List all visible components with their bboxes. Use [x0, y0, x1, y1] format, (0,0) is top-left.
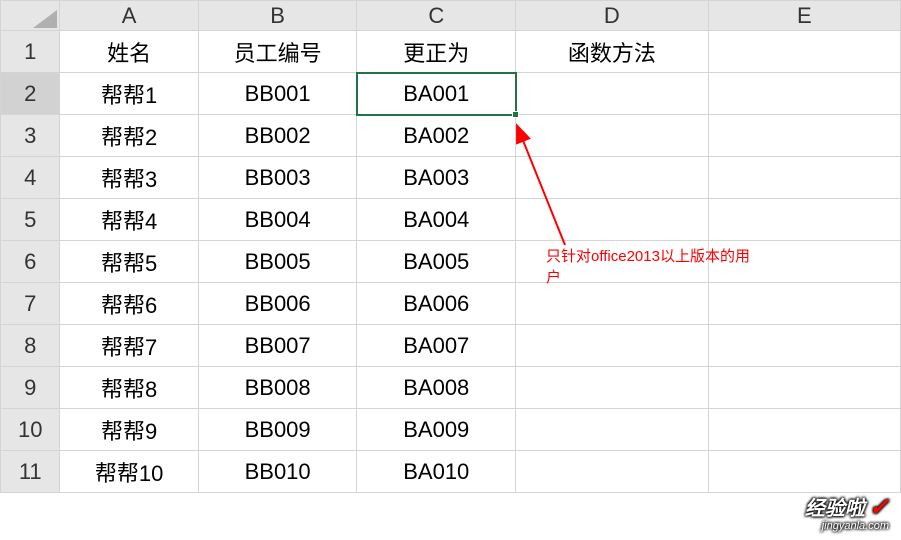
- annotation-line1: 只针对office2013以上版本的用: [546, 248, 750, 265]
- check-icon: ✓: [869, 494, 889, 521]
- cell-e8[interactable]: [708, 325, 900, 367]
- cell-c3[interactable]: BA002: [357, 115, 516, 157]
- table-row: 2 帮帮1 BB001 BA001: [1, 73, 901, 115]
- table-row: 10 帮帮9 BB009 BA009: [1, 409, 901, 451]
- cell-c6[interactable]: BA005: [357, 241, 516, 283]
- cell-a11[interactable]: 帮帮10: [60, 451, 198, 493]
- cell-d5[interactable]: [516, 199, 708, 241]
- select-all-corner[interactable]: [1, 1, 60, 31]
- row-header-4[interactable]: 4: [1, 157, 60, 199]
- select-all-triangle-icon: [33, 10, 57, 28]
- cell-c10[interactable]: BA009: [357, 409, 516, 451]
- cell-d3[interactable]: [516, 115, 708, 157]
- row-header-10[interactable]: 10: [1, 409, 60, 451]
- cell-b11[interactable]: BB010: [198, 451, 357, 493]
- cell-d9[interactable]: [516, 367, 708, 409]
- cell-c1[interactable]: 更正为: [357, 31, 516, 73]
- cell-a6[interactable]: 帮帮5: [60, 241, 198, 283]
- cell-b9[interactable]: BB008: [198, 367, 357, 409]
- cell-e11[interactable]: [708, 451, 900, 493]
- cell-b10[interactable]: BB009: [198, 409, 357, 451]
- cell-e1[interactable]: [708, 31, 900, 73]
- row-header-5[interactable]: 5: [1, 199, 60, 241]
- cell-d8[interactable]: [516, 325, 708, 367]
- table-row: 11 帮帮10 BB010 BA010: [1, 451, 901, 493]
- annotation-text: 只针对office2013以上版本的用 户: [546, 246, 776, 288]
- col-header-b[interactable]: B: [198, 1, 357, 31]
- cell-b3[interactable]: BB002: [198, 115, 357, 157]
- row-header-6[interactable]: 6: [1, 241, 60, 283]
- cell-a2[interactable]: 帮帮1: [60, 73, 198, 115]
- cell-d2[interactable]: [516, 73, 708, 115]
- cell-e3[interactable]: [708, 115, 900, 157]
- col-header-c[interactable]: C: [357, 1, 516, 31]
- annotation-line2: 户: [546, 269, 561, 286]
- cell-d7[interactable]: [516, 283, 708, 325]
- cell-a4[interactable]: 帮帮3: [60, 157, 198, 199]
- col-header-e[interactable]: E: [708, 1, 900, 31]
- row-header-3[interactable]: 3: [1, 115, 60, 157]
- table-row: 1 姓名 员工编号 更正为 函数方法: [1, 31, 901, 73]
- cell-a1[interactable]: 姓名: [60, 31, 198, 73]
- row-header-2[interactable]: 2: [1, 73, 60, 115]
- cell-c5[interactable]: BA004: [357, 199, 516, 241]
- cell-b4[interactable]: BB003: [198, 157, 357, 199]
- col-header-d[interactable]: D: [516, 1, 708, 31]
- cell-d1[interactable]: 函数方法: [516, 31, 708, 73]
- table-row: 5 帮帮4 BB004 BA004: [1, 199, 901, 241]
- row-header-7[interactable]: 7: [1, 283, 60, 325]
- table-row: 4 帮帮3 BB003 BA003: [1, 157, 901, 199]
- table-row: 3 帮帮2 BB002 BA002: [1, 115, 901, 157]
- watermark-title: 经验啦✓: [805, 492, 889, 522]
- table-row: 7 帮帮6 BB006 BA006: [1, 283, 901, 325]
- cell-c2-selected[interactable]: BA001: [357, 73, 516, 115]
- cell-b7[interactable]: BB006: [198, 283, 357, 325]
- cell-a9[interactable]: 帮帮8: [60, 367, 198, 409]
- cell-a3[interactable]: 帮帮2: [60, 115, 198, 157]
- row-header-9[interactable]: 9: [1, 367, 60, 409]
- cell-c4[interactable]: BA003: [357, 157, 516, 199]
- cell-b6[interactable]: BB005: [198, 241, 357, 283]
- cell-e5[interactable]: [708, 199, 900, 241]
- cell-a7[interactable]: 帮帮6: [60, 283, 198, 325]
- cell-c11[interactable]: BA010: [357, 451, 516, 493]
- cell-e4[interactable]: [708, 157, 900, 199]
- cell-a5[interactable]: 帮帮4: [60, 199, 198, 241]
- cell-a8[interactable]: 帮帮7: [60, 325, 198, 367]
- cell-d10[interactable]: [516, 409, 708, 451]
- column-header-row: A B C D E: [1, 1, 901, 31]
- cell-c9[interactable]: BA008: [357, 367, 516, 409]
- cell-d11[interactable]: [516, 451, 708, 493]
- cell-e10[interactable]: [708, 409, 900, 451]
- table-row: 8 帮帮7 BB007 BA007: [1, 325, 901, 367]
- table-row: 9 帮帮8 BB008 BA008: [1, 367, 901, 409]
- cell-b2[interactable]: BB001: [198, 73, 357, 115]
- col-header-a[interactable]: A: [60, 1, 198, 31]
- cell-e7[interactable]: [708, 283, 900, 325]
- cell-c7[interactable]: BA006: [357, 283, 516, 325]
- watermark: 经验啦✓ jingyanla.com: [805, 492, 889, 532]
- cell-value: BA001: [403, 81, 469, 106]
- cell-c8[interactable]: BA007: [357, 325, 516, 367]
- cell-b5[interactable]: BB004: [198, 199, 357, 241]
- cell-e2[interactable]: [708, 73, 900, 115]
- row-header-11[interactable]: 11: [1, 451, 60, 493]
- row-header-8[interactable]: 8: [1, 325, 60, 367]
- cell-e9[interactable]: [708, 367, 900, 409]
- cell-b8[interactable]: BB007: [198, 325, 357, 367]
- cell-a10[interactable]: 帮帮9: [60, 409, 198, 451]
- cell-b1[interactable]: 员工编号: [198, 31, 357, 73]
- fill-handle[interactable]: [512, 111, 519, 118]
- cell-d4[interactable]: [516, 157, 708, 199]
- row-header-1[interactable]: 1: [1, 31, 60, 73]
